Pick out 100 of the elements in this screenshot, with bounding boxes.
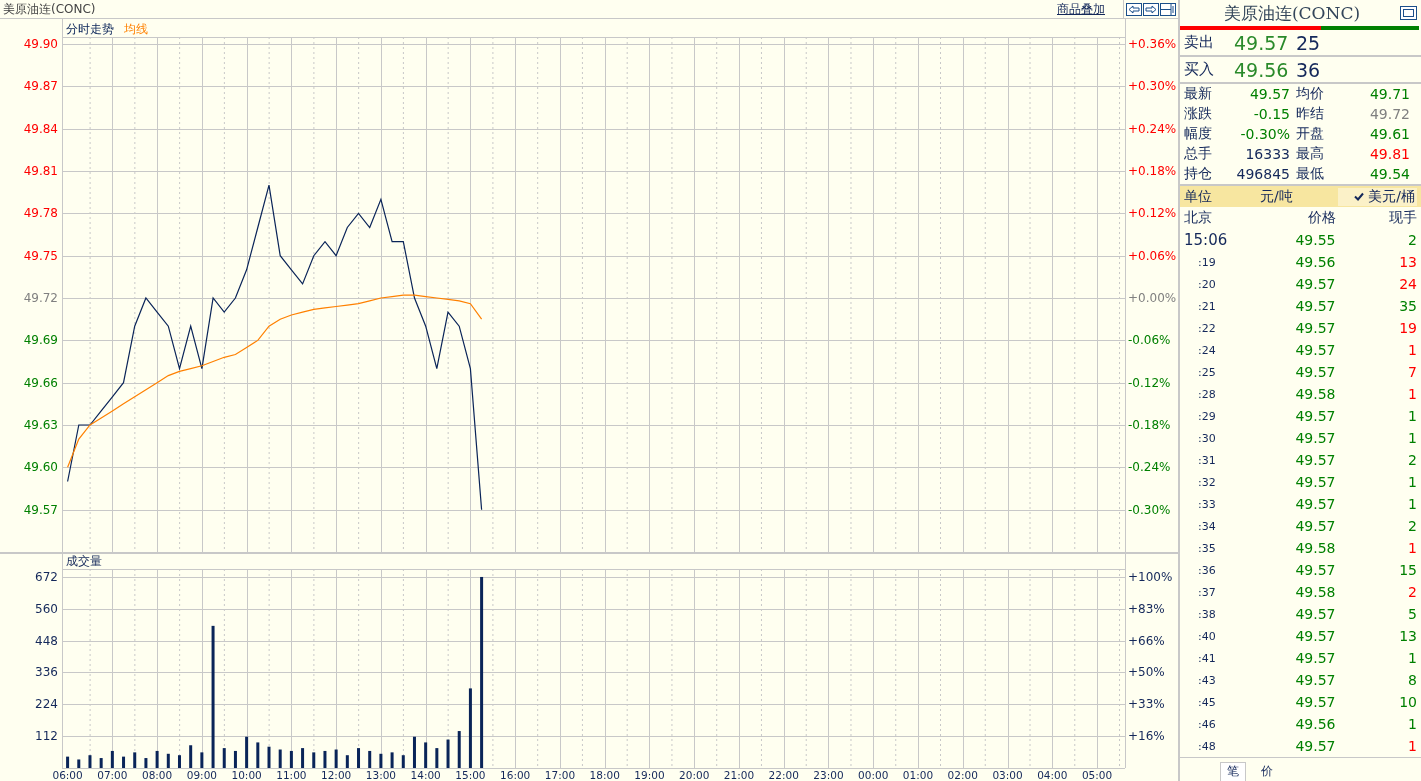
volume-axis-label: 448 bbox=[35, 633, 58, 648]
stat-value: -0.30% bbox=[1239, 126, 1291, 142]
trade-time: :32 bbox=[1197, 475, 1217, 489]
overlay-link[interactable]: 商品叠加 bbox=[1057, 0, 1105, 18]
trade-time: :36 bbox=[1197, 563, 1217, 577]
trade-time: :35 bbox=[1197, 541, 1217, 555]
unit-option[interactable]: 美元/桶 bbox=[1337, 187, 1417, 206]
chart-title: 美原油连(CONC) bbox=[3, 0, 96, 18]
volume-bar bbox=[110, 750, 114, 768]
volume-bar bbox=[435, 748, 439, 768]
volume-bar bbox=[189, 745, 193, 768]
percent-axis-label: +0.12% bbox=[1128, 206, 1177, 221]
volume-bar bbox=[166, 753, 170, 768]
quote-volume: 25 bbox=[1296, 31, 1321, 54]
trade-price: 49.57 bbox=[1294, 298, 1336, 314]
volume-bar bbox=[301, 748, 305, 768]
stat-label: 开盘 bbox=[1296, 125, 1325, 143]
volume-bar bbox=[222, 748, 226, 768]
trade-volume: 24 bbox=[1398, 276, 1417, 292]
column-header: 现手 bbox=[1388, 209, 1417, 227]
trade-price: 49.57 bbox=[1294, 496, 1336, 512]
price-axis-label: 49.90 bbox=[23, 37, 58, 52]
stat-value: 49.54 bbox=[1368, 166, 1411, 182]
trade-volume: 1 bbox=[1407, 496, 1417, 512]
volume-bar bbox=[155, 750, 159, 768]
unit-option[interactable]: 元/吨 bbox=[1258, 187, 1338, 206]
trade-volume: 2 bbox=[1407, 232, 1417, 248]
volume-bar bbox=[323, 750, 327, 768]
legend-label: 均线 bbox=[124, 22, 148, 36]
quote-volume: 36 bbox=[1296, 58, 1321, 81]
trade-volume: 7 bbox=[1407, 364, 1417, 380]
price-axis-label: 49.75 bbox=[23, 248, 58, 263]
time-axis-label: 09:00 bbox=[186, 769, 217, 781]
volume-axis-label: 112 bbox=[35, 729, 58, 744]
volume-axis-label: 224 bbox=[35, 697, 58, 712]
percent-axis-label: +83% bbox=[1128, 601, 1165, 616]
trade-time: :45 bbox=[1197, 695, 1217, 709]
percent-axis-label: +0.30% bbox=[1128, 79, 1177, 94]
trade-time: :30 bbox=[1197, 431, 1217, 445]
trade-volume: 1 bbox=[1407, 738, 1417, 754]
stat-value: 49.81 bbox=[1368, 146, 1411, 162]
volume-bar bbox=[88, 755, 92, 768]
volume-axis-label: 336 bbox=[35, 665, 58, 680]
time-axis-label: 00:00 bbox=[858, 769, 889, 781]
stat-label: 最新 bbox=[1184, 85, 1213, 103]
tab[interactable]: 价 bbox=[1254, 762, 1280, 781]
time-axis-label: 02:00 bbox=[947, 769, 978, 781]
volume-bar bbox=[334, 749, 338, 768]
price-axis-label: 49.87 bbox=[23, 79, 58, 94]
volume-bar bbox=[200, 752, 204, 768]
volume-bar bbox=[77, 759, 81, 768]
unit-label: 单位 bbox=[1184, 187, 1213, 206]
quote-title: 美原油连(CONC) bbox=[1222, 1, 1362, 25]
trade-price: 49.58 bbox=[1294, 540, 1336, 556]
time-axis-label: 19:00 bbox=[634, 769, 665, 781]
trade-volume: 1 bbox=[1407, 408, 1417, 424]
trade-price: 49.55 bbox=[1294, 232, 1336, 248]
volume-bar bbox=[446, 739, 450, 768]
trade-time: :29 bbox=[1197, 409, 1217, 423]
trade-price: 49.57 bbox=[1294, 452, 1336, 468]
volume-bar bbox=[312, 752, 316, 768]
time-axis-label: 07:00 bbox=[97, 769, 128, 781]
trade-price: 49.58 bbox=[1294, 386, 1336, 402]
trade-time: :37 bbox=[1197, 585, 1217, 599]
percent-axis-label: +66% bbox=[1128, 633, 1165, 648]
volume-axis-label: 672 bbox=[35, 569, 58, 584]
window-icon[interactable] bbox=[1400, 6, 1417, 20]
trade-time: :34 bbox=[1197, 519, 1217, 533]
left-arrow-icon[interactable] bbox=[1126, 2, 1142, 16]
time-axis-label: 23:00 bbox=[813, 769, 844, 781]
time-axis-label: 01:00 bbox=[902, 769, 934, 781]
volume-title: 成交量 bbox=[66, 554, 102, 568]
volume-axis-label: 560 bbox=[35, 601, 58, 616]
trade-time: :31 bbox=[1197, 453, 1217, 467]
volume-bar bbox=[178, 755, 181, 768]
time-axis-label: 21:00 bbox=[723, 769, 755, 781]
tab[interactable]: 笔 bbox=[1220, 762, 1246, 781]
trade-volume: 1 bbox=[1407, 650, 1417, 666]
time-axis-label: 05:00 bbox=[1081, 769, 1113, 781]
trade-time: :38 bbox=[1197, 607, 1217, 621]
stat-value: 49.57 bbox=[1248, 86, 1291, 102]
volume-bar bbox=[99, 758, 103, 768]
time-axis-label: 16:00 bbox=[500, 769, 531, 781]
right-arrow-icon[interactable] bbox=[1143, 2, 1159, 16]
layout-icon[interactable] bbox=[1160, 2, 1176, 16]
trade-volume: 5 bbox=[1407, 606, 1417, 622]
trade-volume: 1 bbox=[1407, 342, 1417, 358]
volume-bar bbox=[424, 742, 428, 768]
trade-time: :33 bbox=[1197, 497, 1217, 511]
trade-price: 49.57 bbox=[1294, 672, 1336, 688]
check-icon bbox=[1354, 192, 1365, 201]
trade-price: 49.56 bbox=[1294, 254, 1336, 270]
trade-time: :22 bbox=[1197, 321, 1217, 335]
stat-value: 49.71 bbox=[1368, 86, 1411, 102]
trade-time: :21 bbox=[1197, 299, 1217, 313]
trade-price: 49.57 bbox=[1294, 276, 1336, 292]
trade-volume: 1 bbox=[1407, 386, 1417, 402]
trade-volume: 2 bbox=[1407, 584, 1417, 600]
volume-bar bbox=[390, 752, 394, 768]
time-axis-label: 04:00 bbox=[1037, 769, 1068, 781]
